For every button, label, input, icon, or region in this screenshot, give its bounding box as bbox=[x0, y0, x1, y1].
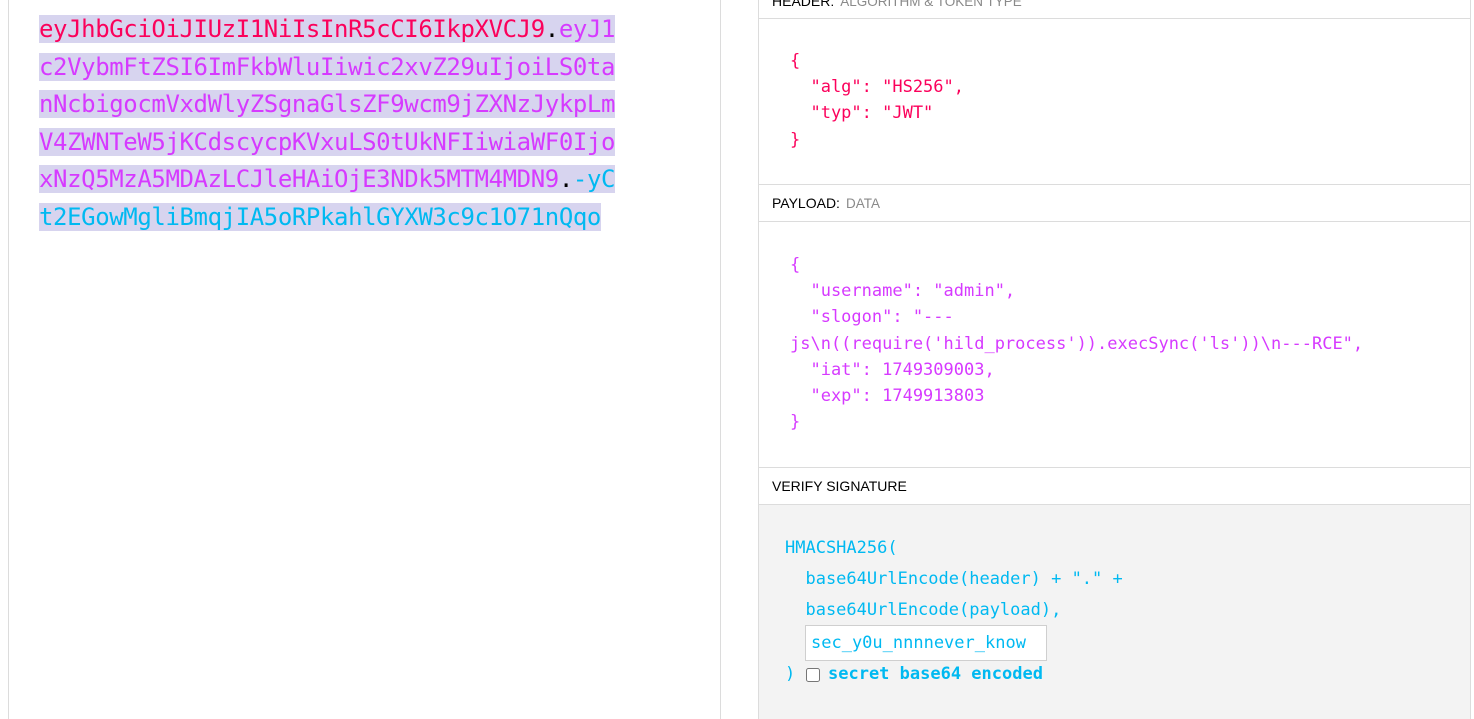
header-section-label: HEADER: ALGORITHM & TOKEN TYPE bbox=[759, 0, 1470, 19]
secret-base64-checkbox[interactable] bbox=[806, 668, 820, 682]
token-dot: . bbox=[544, 15, 559, 43]
header-label: HEADER: bbox=[772, 0, 835, 9]
decoded-pane: HEADER: ALGORITHM & TOKEN TYPE { "alg": … bbox=[758, 0, 1471, 719]
payload-section-label: PAYLOAD: DATA bbox=[759, 184, 1470, 222]
header-json-editor[interactable]: { "alg": "HS256", "typ": "JWT" } bbox=[790, 48, 964, 153]
verify-section-label: VERIFY SIGNATURE bbox=[759, 467, 1470, 505]
close-paren: ) bbox=[785, 664, 796, 684]
secret-input[interactable] bbox=[805, 625, 1047, 661]
verify-label: VERIFY SIGNATURE bbox=[772, 478, 907, 494]
token-dot: . bbox=[558, 165, 573, 194]
encoded-token-pane[interactable]: eyJhbGciOiJIUzI1NiIsInR5cCI6IkpXVCJ9.eyJ… bbox=[8, 0, 721, 719]
hmac-code: HMACSHA256( base64UrlEncode(header) + ".… bbox=[785, 538, 1123, 620]
token-header-part: eyJhbGciOiJIUzI1NiIsInR5cCI6IkpXVCJ9 bbox=[39, 15, 545, 43]
payload-sublabel: DATA bbox=[845, 195, 880, 211]
encoded-token-text[interactable]: eyJhbGciOiJIUzI1NiIsInR5cCI6IkpXVCJ9.eyJ… bbox=[39, 11, 628, 237]
payload-label: PAYLOAD: bbox=[772, 195, 840, 211]
verify-signature-body: HMACSHA256( base64UrlEncode(header) + ".… bbox=[759, 505, 1470, 719]
secret-base64-label[interactable]: secret base64 encoded bbox=[828, 664, 1043, 684]
payload-json-editor[interactable]: { "username": "admin", "slogon": "--- js… bbox=[790, 252, 1363, 435]
header-sublabel: ALGORITHM & TOKEN TYPE bbox=[840, 0, 1022, 9]
